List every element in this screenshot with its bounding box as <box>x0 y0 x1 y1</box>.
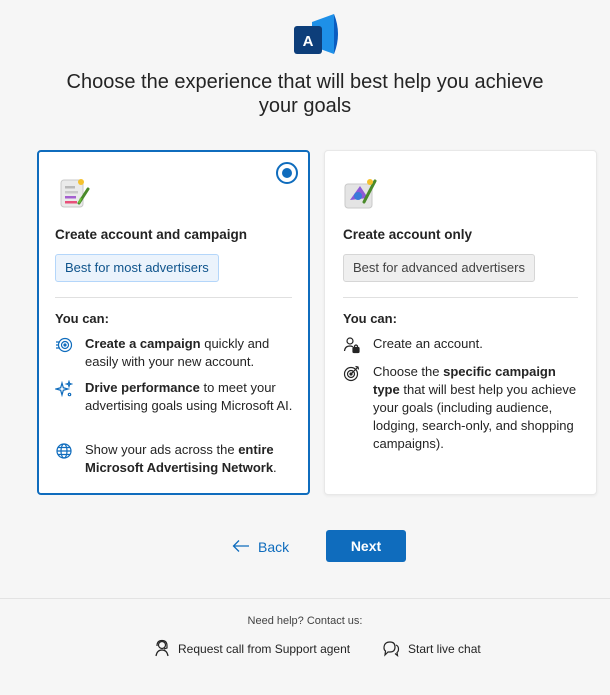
feature-text-end: . <box>273 460 277 475</box>
selected-radio-button[interactable] <box>276 162 298 184</box>
chat-bubbles-icon <box>382 639 400 660</box>
back-button[interactable]: Back <box>232 535 289 559</box>
feature-drive-performance: Drive performance to meet your advertisi… <box>53 379 295 415</box>
feature-create-account: Create an account. <box>343 335 583 354</box>
feature-advertising-network: Show your ads across the entire Microsof… <box>55 441 295 477</box>
account-illustration-icon <box>342 176 378 212</box>
feature-bold-text: Create a campaign <box>85 336 201 351</box>
request-call-link[interactable]: Request call from Support agent <box>154 639 350 659</box>
page-title: Choose the experience that will best hel… <box>30 70 580 118</box>
footer-divider <box>0 598 610 599</box>
target-arrow-icon <box>343 364 361 382</box>
feature-bold-text: Drive performance <box>85 380 200 395</box>
card-divider <box>343 297 578 298</box>
page-title-line-2: your goals <box>258 95 352 117</box>
microsoft-advertising-logo: A <box>292 12 344 58</box>
next-button[interactable]: Next <box>326 530 406 562</box>
headset-person-icon <box>154 639 170 660</box>
help-text: Need help? Contact us: <box>247 615 363 627</box>
recommendation-badge: Best for advanced advertisers <box>343 254 535 282</box>
arrow-left-icon <box>232 539 250 556</box>
back-button-label: Back <box>258 539 290 555</box>
card-title: Create account and campaign <box>55 227 248 242</box>
globe-icon <box>55 442 73 460</box>
card-divider <box>55 297 292 298</box>
request-call-label: Request call from Support agent <box>178 642 351 656</box>
start-live-chat-link[interactable]: Start live chat <box>382 639 481 659</box>
feature-create-campaign: Create a campaign quickly and easily wit… <box>55 335 295 371</box>
feature-campaign-type: Choose the specific campaign type that w… <box>343 363 583 453</box>
live-chat-label: Start live chat <box>408 642 481 656</box>
campaign-target-icon <box>55 336 73 354</box>
feature-text-end: that will best help you achieve your goa… <box>373 382 577 451</box>
option-card-account-only[interactable]: Create account only Best for advanced ad… <box>324 150 597 495</box>
you-can-label: You can: <box>55 311 109 326</box>
person-lock-icon <box>343 336 361 354</box>
option-card-account-and-campaign[interactable]: Create account and campaign Best for mos… <box>37 150 310 495</box>
feature-text: Show your ads across the <box>85 442 239 457</box>
page-title-line-1: Choose the experience that will best hel… <box>66 71 544 93</box>
card-title: Create account only <box>343 227 473 242</box>
sparkle-icon <box>53 379 74 398</box>
feature-text: Choose the <box>373 364 444 379</box>
recommendation-badge: Best for most advertisers <box>55 254 219 282</box>
campaign-document-illustration-icon <box>55 176 91 212</box>
logo-letter: A <box>303 33 314 50</box>
you-can-label: You can: <box>343 311 397 326</box>
feature-text: Create an account. <box>373 336 483 351</box>
